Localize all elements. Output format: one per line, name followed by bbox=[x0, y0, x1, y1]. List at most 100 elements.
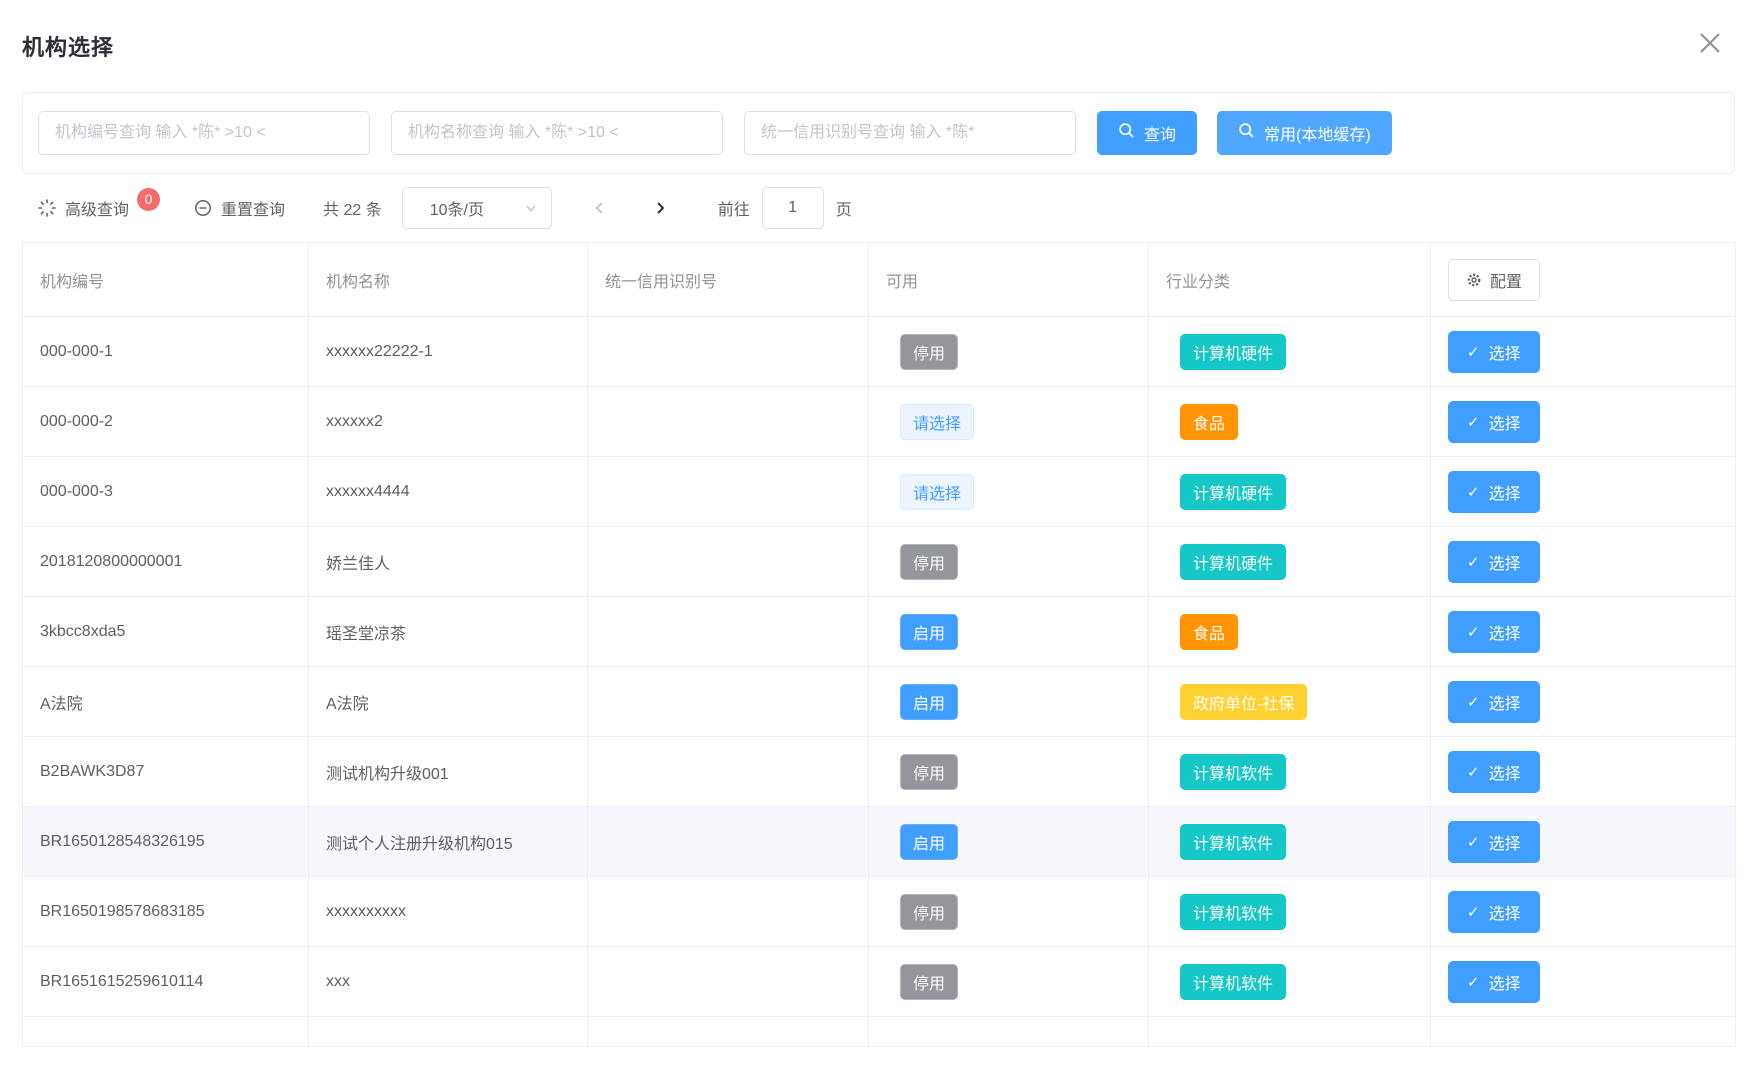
header-industry: 行业分类 bbox=[1149, 243, 1431, 317]
search-icon bbox=[1118, 122, 1135, 144]
page-title: 机构选择 bbox=[22, 22, 114, 62]
org-code-cell: 000-000-2 bbox=[23, 387, 309, 457]
goto-suffix: 页 bbox=[836, 196, 852, 220]
table-row: A法院 A法院 启用 政府单位-社保 ✓选择 bbox=[23, 667, 1736, 737]
common-cache-button[interactable]: 常用(本地缓存) bbox=[1217, 111, 1392, 155]
industry-cell: 食品 bbox=[1149, 597, 1431, 667]
industry-tag: 计算机软件 bbox=[1180, 964, 1286, 1000]
status-tag[interactable]: 停用 bbox=[900, 334, 958, 370]
prev-page-button[interactable] bbox=[592, 200, 608, 216]
industry-tag: 计算机硬件 bbox=[1180, 474, 1286, 510]
check-icon: ✓ bbox=[1467, 903, 1480, 921]
org-name-cell: xxxxxxxxxx bbox=[309, 877, 588, 947]
industry-tag: 计算机硬件 bbox=[1180, 544, 1286, 580]
org-select-modal: 机构选择 查询 bbox=[0, 0, 1757, 1089]
status-tag[interactable]: 启用 bbox=[900, 684, 958, 720]
select-button[interactable]: ✓ 选择 bbox=[1448, 611, 1540, 653]
credit-code-search-input[interactable] bbox=[744, 111, 1076, 155]
reset-query-label: 重置查询 bbox=[221, 196, 285, 220]
chevron-right-icon bbox=[652, 200, 668, 216]
org-name-cell: 瑶圣堂凉茶 bbox=[309, 597, 588, 667]
org-name-cell: xxxxxx4444 bbox=[309, 457, 588, 527]
check-icon: ✓ bbox=[1467, 343, 1480, 361]
org-name-cell: 测试个人注册升级机构015 bbox=[309, 807, 588, 877]
select-button-label: 选择 bbox=[1489, 620, 1521, 644]
industry-cell: 计算机硬件 bbox=[1149, 317, 1431, 387]
org-name-search-input[interactable] bbox=[391, 111, 723, 155]
select-button[interactable]: ✓ 选择 bbox=[1448, 401, 1540, 443]
check-icon: ✓ bbox=[1467, 483, 1480, 501]
table-row: 2018120800000001 娇兰佳人 停用 计算机硬件 ✓选择 bbox=[23, 527, 1736, 597]
credit-code-cell bbox=[588, 737, 869, 807]
config-button[interactable]: 配置 bbox=[1448, 259, 1540, 301]
empty-row bbox=[23, 1017, 1736, 1047]
select-button[interactable]: ✓选择 bbox=[1448, 471, 1540, 513]
check-icon: ✓ bbox=[1467, 763, 1480, 781]
table-row: 000-000-1 xxxxxx22222-1 停用 计算机硬件 ✓选择 bbox=[23, 317, 1736, 387]
select-button[interactable]: ✓ 选择 bbox=[1448, 751, 1540, 793]
status-cell: 停用 bbox=[869, 947, 1149, 1017]
credit-code-cell bbox=[588, 527, 869, 597]
select-button[interactable]: ✓选择 bbox=[1448, 961, 1540, 1003]
table-row: BR1650198578683185 xxxxxxxxxx 停用 计算机软件 ✓… bbox=[23, 877, 1736, 947]
org-table: 机构编号 机构名称 统一信用识别号 可用 行业分类 配置 000-000-1 bbox=[22, 242, 1736, 1047]
industry-cell: 计算机硬件 bbox=[1149, 527, 1431, 597]
industry-tag: 食品 bbox=[1180, 404, 1238, 440]
select-button-label: 选择 bbox=[1489, 340, 1521, 364]
header-org-code: 机构编号 bbox=[23, 243, 309, 317]
next-page-button[interactable] bbox=[652, 200, 668, 216]
status-tag[interactable]: 启用 bbox=[900, 824, 958, 860]
status-tag[interactable]: 请选择 bbox=[900, 474, 974, 510]
status-tag[interactable]: 请选择 bbox=[900, 404, 974, 440]
select-button-label: 选择 bbox=[1489, 760, 1521, 784]
goto-page-input[interactable] bbox=[762, 187, 824, 229]
org-name-cell: 娇兰佳人 bbox=[309, 527, 588, 597]
industry-cell: 计算机硬件 bbox=[1149, 457, 1431, 527]
status-cell: 启用 bbox=[869, 667, 1149, 737]
status-cell: 请选择 bbox=[869, 387, 1149, 457]
industry-cell: 计算机软件 bbox=[1149, 807, 1431, 877]
credit-code-cell bbox=[588, 457, 869, 527]
page-size-select[interactable]: 10条/页 bbox=[402, 187, 552, 229]
org-name-cell: xxx bbox=[309, 947, 588, 1017]
org-name-cell: xxxxxx22222-1 bbox=[309, 317, 588, 387]
org-code-search-input[interactable] bbox=[38, 111, 370, 155]
total-count: 共 22 条 bbox=[323, 196, 382, 220]
status-tag[interactable]: 停用 bbox=[900, 894, 958, 930]
query-button[interactable]: 查询 bbox=[1097, 111, 1197, 155]
credit-code-cell bbox=[588, 317, 869, 387]
common-cache-button-label: 常用(本地缓存) bbox=[1264, 121, 1371, 145]
status-tag[interactable]: 启用 bbox=[900, 614, 958, 650]
org-name-cell: A法院 bbox=[309, 667, 588, 737]
select-button-label: 选择 bbox=[1489, 830, 1521, 854]
check-icon: ✓ bbox=[1467, 413, 1480, 431]
check-icon: ✓ bbox=[1467, 623, 1480, 641]
modal-header: 机构选择 bbox=[0, 0, 1757, 64]
advanced-query-button[interactable]: 高级查询 bbox=[38, 196, 129, 220]
select-button[interactable]: ✓选择 bbox=[1448, 821, 1540, 863]
credit-code-cell bbox=[588, 597, 869, 667]
status-tag[interactable]: 停用 bbox=[900, 754, 958, 790]
search-icon bbox=[1238, 122, 1255, 144]
credit-code-cell bbox=[588, 877, 869, 947]
industry-cell: 政府单位-社保 bbox=[1149, 667, 1431, 737]
select-button[interactable]: ✓选择 bbox=[1448, 891, 1540, 933]
status-tag[interactable]: 停用 bbox=[900, 544, 958, 580]
select-button[interactable]: ✓ 选择 bbox=[1448, 331, 1540, 373]
query-button-label: 查询 bbox=[1144, 121, 1176, 145]
action-cell: ✓选择 bbox=[1431, 947, 1736, 1017]
header-config-cell: 配置 bbox=[1431, 243, 1736, 317]
action-cell: ✓选择 bbox=[1431, 877, 1736, 947]
select-button-label: 选择 bbox=[1489, 410, 1521, 434]
action-cell: ✓ 选择 bbox=[1431, 317, 1736, 387]
action-cell: ✓选择 bbox=[1431, 667, 1736, 737]
page-size-value: 10条/页 bbox=[430, 196, 484, 220]
goto-label: 前往 bbox=[718, 196, 750, 220]
reset-query-button[interactable]: 重置查询 bbox=[194, 196, 285, 220]
status-tag[interactable]: 停用 bbox=[900, 964, 958, 1000]
action-cell: ✓ 选择 bbox=[1431, 737, 1736, 807]
close-icon[interactable] bbox=[1689, 22, 1731, 64]
select-button[interactable]: ✓选择 bbox=[1448, 681, 1540, 723]
select-button[interactable]: ✓选择 bbox=[1448, 541, 1540, 583]
industry-tag: 计算机硬件 bbox=[1180, 334, 1286, 370]
